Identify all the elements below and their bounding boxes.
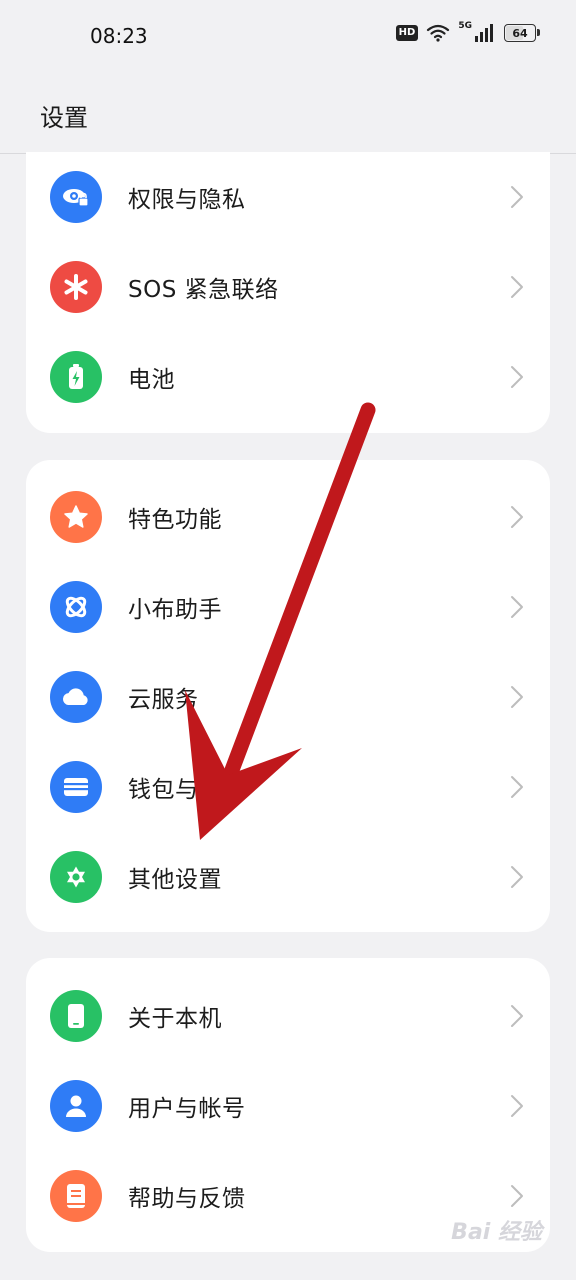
hd-icon: HD (395, 25, 419, 41)
settings-item-label: 用户与帐号 (128, 1096, 246, 1122)
settings-item-wallet[interactable]: 钱包与支付 (26, 742, 550, 832)
settings-item-label: 特色功能 (128, 507, 222, 533)
chevron-right-icon (511, 776, 523, 798)
cloud-icon (50, 671, 102, 723)
chevron-right-icon (511, 186, 523, 208)
chevron-right-icon (511, 866, 523, 888)
settings-item-label: 帮助与反馈 (128, 1186, 246, 1212)
settings-group-1: 权限与隐私 SOS 紧急联络 电池 (26, 152, 550, 433)
wifi-icon (427, 24, 450, 42)
battery-indicator: 64 (504, 24, 540, 42)
settings-item-label: 钱包与支付 (128, 777, 246, 803)
settings-item-label: 小布助手 (128, 597, 222, 623)
chevron-right-icon (511, 686, 523, 708)
wallet-icon (50, 761, 102, 813)
chevron-right-icon (511, 366, 523, 388)
watermark: Bai 经验 (451, 1220, 542, 1245)
chevron-right-icon (511, 596, 523, 618)
assistant-orbit-icon (50, 581, 102, 633)
chevron-right-icon (511, 276, 523, 298)
settings-item-label: 关于本机 (128, 1006, 222, 1032)
settings-group-2: 特色功能 小布助手 云服务 钱包与支付 其他设置 (26, 460, 550, 932)
settings-item-label: 其他设置 (128, 867, 222, 893)
settings-item-battery[interactable]: 电池 (26, 332, 550, 422)
settings-item-label: SOS 紧急联络 (128, 277, 279, 303)
sos-asterisk-icon (50, 261, 102, 313)
phone-icon (50, 990, 102, 1042)
battery-level: 64 (512, 26, 528, 40)
status-icons: HD 5G 64 (395, 21, 540, 42)
title-bar: 设置 (0, 72, 576, 154)
battery-icon (50, 351, 102, 403)
settings-item-other[interactable]: 其他设置 (26, 832, 550, 922)
settings-group-3: 关于本机 用户与帐号 帮助与反馈 (26, 958, 550, 1252)
status-time: 08:23 (90, 24, 148, 48)
settings-item-accounts[interactable]: 用户与帐号 (26, 1061, 550, 1151)
settings-item-sos[interactable]: SOS 紧急联络 (26, 242, 550, 332)
settings-item-label: 云服务 (128, 687, 199, 713)
gear-icon (50, 851, 102, 903)
signal-icon (475, 24, 493, 42)
privacy-eye-icon (50, 171, 102, 223)
settings-item-label: 权限与隐私 (128, 187, 246, 213)
network-type-label: 5G (458, 21, 472, 31)
settings-item-assistant[interactable]: 小布助手 (26, 562, 550, 652)
settings-item-about[interactable]: 关于本机 (26, 971, 550, 1061)
chevron-right-icon (511, 1095, 523, 1117)
status-bar: 08:23 HD 5G 64 (0, 0, 576, 72)
user-icon (50, 1080, 102, 1132)
settings-item-features[interactable]: 特色功能 (26, 472, 550, 562)
chevron-right-icon (511, 1005, 523, 1027)
star-icon (50, 491, 102, 543)
settings-item-cloud[interactable]: 云服务 (26, 652, 550, 742)
chevron-right-icon (511, 1185, 523, 1207)
help-book-icon (50, 1170, 102, 1222)
settings-item-label: 电池 (128, 367, 175, 393)
page-title: 设置 (40, 104, 88, 132)
settings-item-privacy[interactable]: 权限与隐私 (26, 152, 550, 242)
chevron-right-icon (511, 506, 523, 528)
